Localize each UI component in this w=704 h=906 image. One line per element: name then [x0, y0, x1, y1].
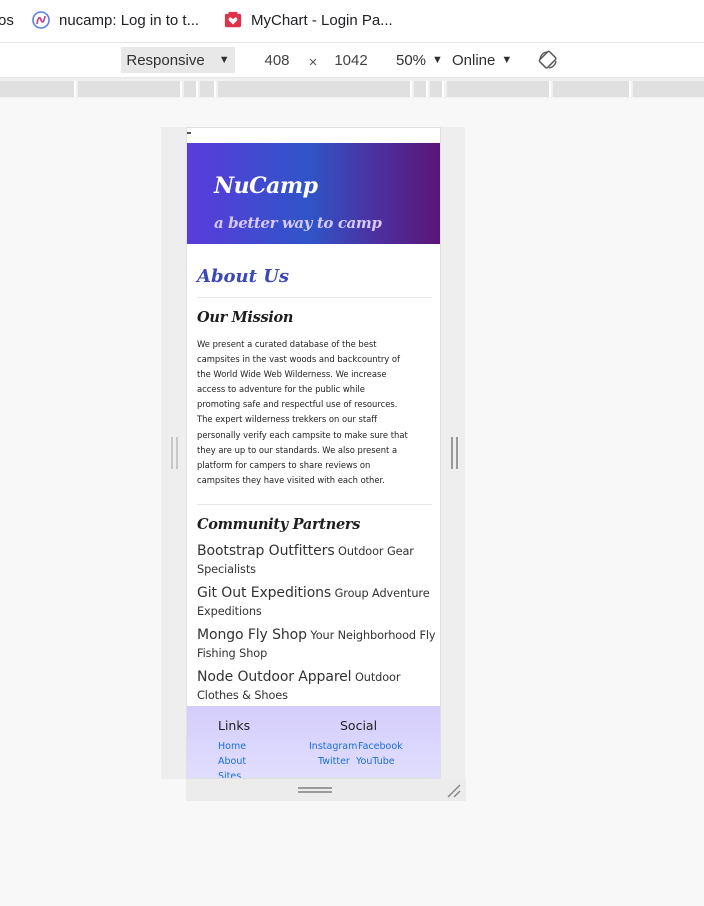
mission-text: We present a curated database of the bes… — [197, 339, 408, 485]
footer-link-about[interactable]: About — [218, 756, 246, 767]
throttling-select[interactable]: Online ▼ — [452, 47, 512, 73]
bookmarks-bar: os nucamp: Log in to t... MyChart - Logi… — [0, 0, 704, 43]
partner-item: Mongo Fly Shop Your Neighborhood Fly Fis… — [197, 626, 437, 663]
social-link-instagram[interactable]: Instagram — [309, 741, 357, 752]
social-link-facebook[interactable]: Facebook — [358, 741, 403, 752]
divider — [197, 504, 432, 505]
device-toolbar: Responsive ▼ 408 × 1042 50% ▼ Online ▼ — [0, 43, 704, 78]
partner-name: Bootstrap Outfitters — [197, 543, 335, 559]
footer-link-home[interactable]: Home — [218, 741, 246, 752]
partner-name: Node Outdoor Apparel — [197, 669, 352, 685]
partners-heading: Community Partners — [197, 516, 361, 533]
device-mode-label: Responsive — [126, 51, 205, 69]
media-query-bar[interactable] — [0, 78, 704, 98]
throttling-value: Online — [452, 51, 496, 69]
bookmark-nucamp[interactable]: nucamp: Log in to t... — [32, 10, 199, 30]
mission-heading: Our Mission — [197, 309, 294, 326]
divider — [197, 297, 432, 298]
site-footer: Links Home About Sites Social Instagram … — [187, 706, 440, 778]
width-input[interactable]: 408 — [252, 47, 302, 73]
partner-item: Git Out Expeditions Group Adventure Expe… — [197, 584, 437, 621]
rotate-button[interactable] — [537, 47, 559, 73]
height-input[interactable]: 1042 — [326, 47, 376, 73]
navbar-toggler-fragment — [187, 132, 191, 134]
bookmark-label: nucamp: Log in to t... — [59, 11, 200, 29]
bookmark-mychart[interactable]: MyChart - Login Pa... — [224, 10, 393, 30]
corner-resize-icon[interactable] — [446, 783, 462, 799]
social-link-youtube[interactable]: YouTube — [356, 756, 395, 767]
chevron-down-icon: ▼ — [218, 54, 230, 66]
bookmark-cut-off[interactable]: os — [0, 10, 14, 30]
partner-name: Git Out Expeditions — [197, 585, 332, 601]
chevron-down-icon: ▼ — [501, 54, 513, 66]
device-mode-select[interactable]: Responsive ▼ — [121, 47, 235, 73]
zoom-select[interactable]: 50% ▼ — [396, 47, 443, 73]
mychart-heart-icon — [224, 11, 242, 29]
brand-tagline: a better way to camp — [214, 214, 382, 232]
partners-list: Bootstrap Outfitters Outdoor Gear Specia… — [197, 542, 437, 710]
emulated-viewport[interactable]: NuCamp a better way to camp About Us Our… — [186, 127, 441, 779]
bookmark-label: os — [0, 11, 14, 29]
page-title: About Us — [197, 266, 290, 287]
footer-link-sites[interactable]: Sites — [218, 771, 241, 778]
chevron-down-icon: ▼ — [432, 54, 443, 66]
zoom-value: 50% — [396, 51, 427, 69]
nucamp-logo-icon — [32, 11, 50, 29]
partner-item: Bootstrap Outfitters Outdoor Gear Specia… — [197, 542, 437, 579]
partner-item: Node Outdoor Apparel Outdoor Clothes & S… — [197, 668, 437, 705]
footer-links-heading: Links — [218, 718, 251, 733]
rotate-icon — [538, 50, 557, 69]
social-link-twitter[interactable]: Twitter — [318, 756, 350, 767]
left-resize-handle[interactable] — [171, 437, 178, 469]
brand-title: NuCamp — [214, 173, 318, 199]
bottom-resize-handle[interactable] — [298, 787, 332, 793]
partner-name: Mongo Fly Shop — [197, 627, 307, 643]
width-value: 408 — [264, 51, 290, 69]
right-resize-handle[interactable] — [451, 437, 458, 469]
jumbotron: NuCamp a better way to camp — [187, 143, 440, 244]
height-value: 1042 — [334, 51, 368, 69]
bookmark-label: MyChart - Login Pa... — [251, 11, 393, 29]
times-symbol: × — [308, 53, 318, 71]
footer-social-heading: Social — [340, 718, 378, 733]
